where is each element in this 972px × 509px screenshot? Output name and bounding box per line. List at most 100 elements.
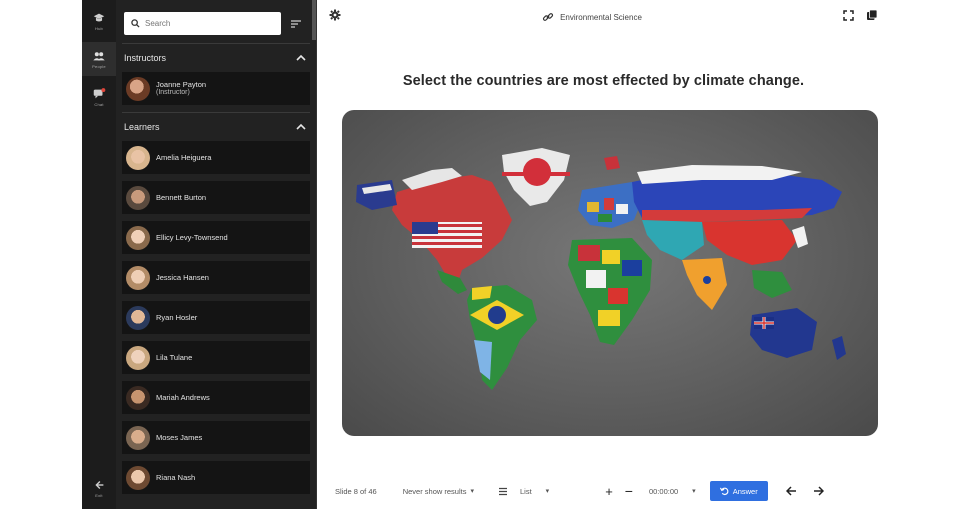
add-time-button[interactable]: + — [605, 484, 613, 499]
panel-scrollbar[interactable] — [312, 0, 316, 40]
learner-name: Mariah Andrews — [156, 393, 210, 402]
caret-down-icon: ▾ — [692, 488, 696, 495]
instructor-role: (Instructor) — [156, 89, 190, 96]
fullscreen-icon — [843, 10, 854, 21]
avatar — [126, 225, 150, 250]
learner-name: Amelia Heiguera — [156, 153, 212, 162]
learner-item[interactable]: Mariah Andrews — [122, 381, 310, 414]
link-icon — [542, 13, 554, 21]
avatar — [126, 305, 150, 330]
exit-icon — [95, 481, 104, 489]
copy-icon — [866, 9, 878, 20]
arrow-right-icon[interactable] — [813, 486, 824, 496]
instructors-heading: Instructors — [124, 53, 167, 63]
rail-item-people-label: People — [92, 64, 106, 69]
timer-value: 00:00:00 — [648, 486, 679, 496]
learner-item[interactable]: Lila Tulane — [122, 341, 310, 374]
timer-select[interactable]: 00:00:00 ▾ — [649, 487, 696, 496]
instructors-section-header[interactable]: Instructors — [116, 44, 316, 72]
learner-item[interactable]: Moses James — [122, 421, 310, 454]
instructor-item[interactable]: Joanne Payton (Instructor) — [122, 72, 310, 105]
fullscreen-button[interactable] — [843, 8, 854, 26]
exit-label: Exit — [95, 493, 103, 498]
north-america[interactable] — [356, 168, 512, 294]
question-text: Select the countries are most effected b… — [402, 73, 805, 89]
hat-icon — [93, 13, 105, 22]
russia[interactable] — [632, 165, 842, 222]
learner-name: Jessica Hansen — [156, 273, 209, 282]
africa[interactable] — [568, 238, 652, 345]
rail-item-chat[interactable]: Chat — [82, 80, 116, 114]
list-icon — [499, 487, 507, 495]
learner-item[interactable]: Bennett Burton — [122, 181, 310, 214]
sort-button[interactable] — [289, 17, 303, 31]
avatar — [126, 185, 150, 210]
avatar — [126, 425, 150, 450]
chevron-up-icon — [296, 54, 306, 61]
answer-button[interactable]: Answer — [709, 481, 768, 501]
slide-nav — [785, 486, 824, 496]
search-box[interactable] — [124, 12, 281, 35]
results-select[interactable]: Never show results ▾ — [403, 487, 474, 496]
europe[interactable] — [578, 156, 642, 228]
south-america[interactable] — [467, 285, 537, 390]
rail-item-people[interactable]: People — [82, 42, 116, 76]
answer-button-label: Answer — [732, 486, 758, 496]
top-bar: Environmental Science — [317, 0, 890, 34]
undo-icon — [719, 487, 729, 495]
slides-button[interactable] — [866, 8, 878, 26]
caret-down-icon: ▾ — [470, 488, 474, 495]
learners-section-header[interactable]: Learners — [116, 113, 316, 141]
bottom-toolbar: Slide 8 of 46 Never show results ▾ List … — [317, 473, 890, 509]
top-bar-actions — [843, 8, 878, 26]
session-title: Environmental Science — [560, 12, 642, 22]
learner-name: Ellicy Levy-Townsend — [156, 233, 228, 242]
people-panel: Instructors Joanne Payton (Instructor) L… — [116, 0, 317, 509]
avatar — [126, 345, 150, 370]
arrow-left-icon[interactable] — [785, 486, 797, 496]
subtract-time-button[interactable]: − — [625, 483, 633, 499]
learner-name: Moses James — [156, 433, 203, 442]
rail-item-hub-label: Hub — [95, 26, 103, 31]
asia[interactable] — [642, 220, 808, 310]
slide-counter: Slide 8 of 46 — [335, 486, 377, 496]
main-content: Environmental Science Select the countri… — [317, 0, 890, 509]
learner-name: Bennett Burton — [156, 193, 207, 202]
time-controls: + − — [605, 483, 633, 499]
learner-item[interactable]: Riana Nash — [122, 461, 310, 494]
avatar — [126, 265, 150, 290]
view-select[interactable]: List ▾ — [498, 487, 549, 496]
avatar — [126, 465, 150, 490]
results-select-value: Never show results — [402, 486, 467, 496]
caret-down-icon: ▾ — [545, 488, 550, 495]
sort-icon — [291, 19, 301, 28]
search-icon — [131, 19, 140, 28]
learner-item[interactable]: Amelia Heiguera — [122, 141, 310, 174]
australia[interactable] — [750, 308, 846, 360]
view-select-value: List — [520, 486, 532, 496]
world-map[interactable] — [342, 110, 878, 436]
search-row — [116, 0, 316, 43]
learner-item[interactable]: Ryan Hosler — [122, 301, 310, 334]
learner-name: Lila Tulane — [156, 353, 193, 362]
learner-name: Ryan Hosler — [156, 313, 198, 322]
rail-item-chat-label: Chat — [94, 102, 104, 107]
learner-item[interactable]: Jessica Hansen — [122, 261, 310, 294]
chat-icon — [93, 88, 106, 99]
exit-button[interactable]: Exit — [82, 471, 116, 505]
avatar — [126, 145, 150, 170]
rail-item-hub[interactable]: Hub — [82, 4, 116, 38]
greenland[interactable] — [502, 148, 570, 206]
chevron-up-icon — [296, 123, 306, 130]
instructor-name: Joanne Payton — [156, 80, 207, 89]
learners-heading: Learners — [124, 122, 160, 132]
avatar — [126, 385, 150, 410]
world-map-image[interactable] — [342, 110, 878, 436]
search-input[interactable] — [145, 19, 265, 28]
settings-button[interactable] — [329, 8, 341, 26]
app-window: Hub People Chat Exit Instructors — [82, 0, 890, 509]
avatar — [126, 76, 150, 101]
gear-icon — [329, 9, 341, 21]
learner-item[interactable]: Ellicy Levy-Townsend — [122, 221, 310, 254]
session-title-group: Environmental Science — [542, 11, 642, 23]
